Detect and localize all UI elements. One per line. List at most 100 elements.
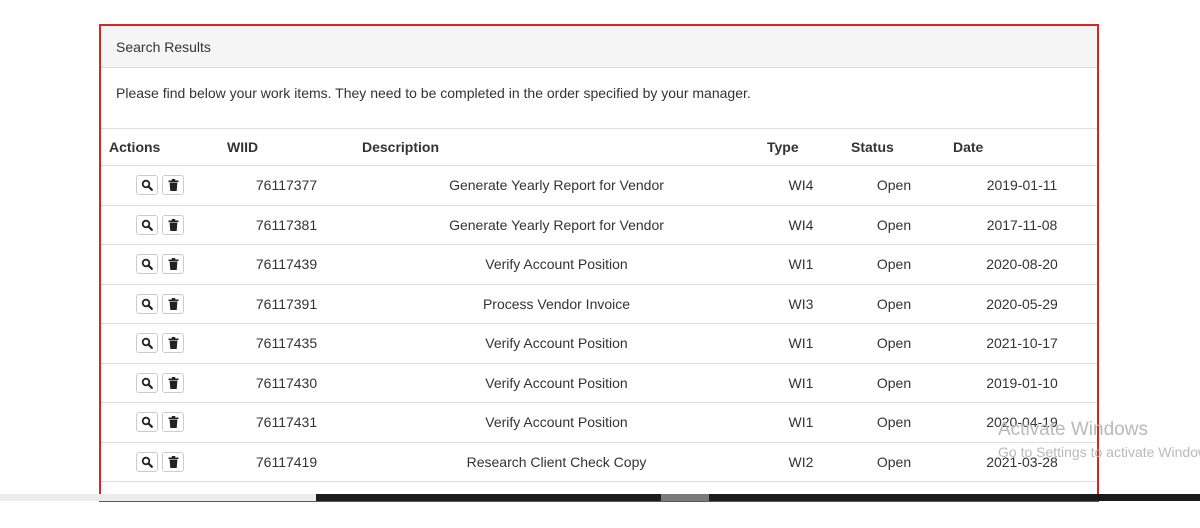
cell-date: 2019-01-11 bbox=[945, 165, 1097, 206]
cell-description: Verify Account Position bbox=[354, 402, 759, 443]
row-actions bbox=[101, 205, 219, 245]
header-description: Description bbox=[354, 128, 759, 166]
cell-wiid: 76117377 bbox=[219, 165, 354, 206]
cell-wiid: 76117381 bbox=[219, 205, 354, 245]
cell-status: Open bbox=[843, 244, 945, 285]
view-button[interactable] bbox=[136, 333, 158, 354]
trash-icon bbox=[168, 218, 179, 231]
cell-status: Open bbox=[843, 323, 945, 364]
cell-wiid: 76117439 bbox=[219, 244, 354, 285]
search-icon bbox=[141, 179, 153, 192]
cell-type: WI2 bbox=[759, 442, 843, 482]
cell-type: WI1 bbox=[759, 323, 843, 364]
cell-type: WI4 bbox=[759, 205, 843, 245]
search-icon bbox=[141, 456, 153, 468]
table-row: 76117435 Verify Account Position WI1 Open 20… bbox=[101, 323, 1097, 364]
table-row: 76117381 Generate Yearly Report for Vendo… bbox=[101, 205, 1097, 245]
view-button[interactable] bbox=[136, 412, 158, 433]
cell-type: WI1 bbox=[759, 363, 843, 403]
delete-button[interactable] bbox=[162, 412, 184, 433]
panel-title: Search Results bbox=[116, 39, 211, 55]
cell-wiid: 76117435 bbox=[219, 323, 354, 364]
row-actions bbox=[101, 244, 219, 285]
cell-date: 2020-08-20 bbox=[945, 244, 1097, 285]
view-button[interactable] bbox=[136, 293, 158, 314]
row-actions bbox=[101, 284, 219, 324]
delete-button[interactable] bbox=[162, 254, 184, 275]
delete-button[interactable] bbox=[162, 214, 184, 235]
trash-icon bbox=[168, 297, 179, 310]
delete-button[interactable] bbox=[162, 451, 184, 472]
table-row: 76117439 Verify Account Position WI1 Open 20… bbox=[101, 244, 1097, 285]
delete-button[interactable] bbox=[162, 175, 184, 196]
activate-windows-watermark: Activate Windows Go to Settings to activ… bbox=[998, 419, 1200, 461]
scrollbar-thumb[interactable] bbox=[661, 494, 709, 501]
row-actions bbox=[101, 165, 219, 206]
cell-type: WI1 bbox=[759, 244, 843, 285]
row-actions bbox=[101, 402, 219, 443]
trash-icon bbox=[168, 455, 179, 468]
trash-icon bbox=[168, 258, 179, 271]
watermark-title: Activate Windows bbox=[998, 419, 1148, 440]
cell-date: 2017-11-08 bbox=[945, 205, 1097, 245]
row-actions bbox=[101, 442, 219, 482]
header-status: Status bbox=[843, 128, 945, 166]
table-row: 76117377 Generate Yearly Report for Vendo… bbox=[101, 165, 1097, 206]
table-row: 76117430 Verify Account Position WI1 Open 20… bbox=[101, 363, 1097, 403]
cell-description: Process Vendor Invoice bbox=[354, 284, 759, 324]
cell-type: WI4 bbox=[759, 165, 843, 206]
row-actions bbox=[101, 363, 219, 403]
cell-description: Verify Account Position bbox=[354, 244, 759, 285]
cell-status: Open bbox=[843, 363, 945, 403]
header-date: Date bbox=[945, 128, 1097, 166]
search-results-panel: Search Results Please find below your wo… bbox=[99, 24, 1099, 502]
view-button[interactable] bbox=[136, 372, 158, 393]
cell-wiid: 76117431 bbox=[219, 402, 354, 443]
table-row: 76117391 Process Vendor Invoice WI3 Open 202… bbox=[101, 284, 1097, 324]
search-icon bbox=[141, 377, 153, 389]
cell-status: Open bbox=[843, 205, 945, 245]
search-icon bbox=[141, 219, 153, 231]
cell-status: Open bbox=[843, 284, 945, 324]
cell-wiid: 76117391 bbox=[219, 284, 354, 324]
search-icon bbox=[141, 258, 153, 271]
cell-wiid: 76117430 bbox=[219, 363, 354, 403]
cell-type: WI3 bbox=[759, 284, 843, 324]
trash-icon bbox=[168, 337, 179, 350]
cell-description: Verify Account Position bbox=[354, 363, 759, 403]
trash-icon bbox=[168, 376, 179, 389]
delete-button[interactable] bbox=[162, 333, 184, 354]
panel-body: Please find below your work items. They … bbox=[101, 68, 1097, 128]
table-row: 76117419 Research Client Check Copy WI2 Ope… bbox=[101, 442, 1097, 482]
cell-status: Open bbox=[843, 165, 945, 206]
cell-wiid: 76117419 bbox=[219, 442, 354, 482]
delete-button[interactable] bbox=[162, 372, 184, 393]
view-button[interactable] bbox=[136, 175, 158, 196]
watermark-subtitle: Go to Settings to activate Windows. bbox=[998, 444, 1200, 460]
cell-description: Generate Yearly Report for Vendor bbox=[354, 205, 759, 245]
scrollbar-track[interactable] bbox=[316, 494, 1200, 501]
delete-button[interactable] bbox=[162, 293, 184, 314]
cell-description: Generate Yearly Report for Vendor bbox=[354, 165, 759, 206]
work-items-table: Actions WIID Description Type Status Dat… bbox=[101, 128, 1097, 482]
search-icon bbox=[141, 298, 153, 310]
header-type: Type bbox=[759, 128, 843, 166]
view-button[interactable] bbox=[136, 254, 158, 275]
view-button[interactable] bbox=[136, 214, 158, 235]
search-icon bbox=[141, 416, 153, 429]
cell-date: 2020-05-29 bbox=[945, 284, 1097, 324]
cell-type: WI1 bbox=[759, 402, 843, 443]
header-wiid: WIID bbox=[219, 128, 354, 166]
cell-description: Research Client Check Copy bbox=[354, 442, 759, 482]
trash-icon bbox=[168, 179, 179, 192]
header-actions: Actions bbox=[101, 128, 219, 166]
panel-heading: Search Results bbox=[101, 26, 1097, 68]
search-icon bbox=[141, 337, 153, 350]
cell-date: 2019-01-10 bbox=[945, 363, 1097, 403]
row-actions bbox=[101, 323, 219, 364]
view-button[interactable] bbox=[136, 451, 158, 472]
cell-status: Open bbox=[843, 402, 945, 443]
trash-icon bbox=[168, 416, 179, 429]
cell-status: Open bbox=[843, 442, 945, 482]
instructions-text: Please find below your work items. They … bbox=[116, 85, 751, 101]
